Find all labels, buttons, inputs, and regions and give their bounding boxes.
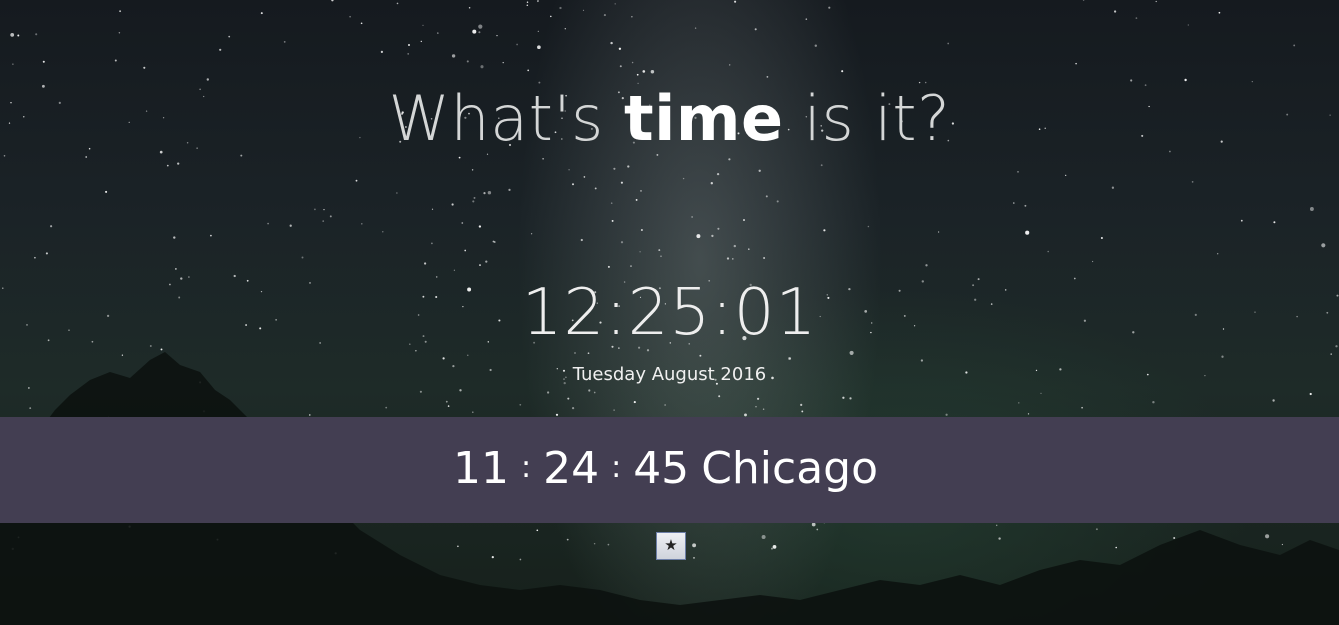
local-date-display: Tuesday August 2016 [572, 364, 767, 385]
world-clock-readout: 11:24:45 Chicago [0, 443, 1339, 494]
world-clock-seconds: 45 [633, 443, 690, 494]
world-clock-band: 11:24:45 Chicago [0, 417, 1339, 523]
page-headline: What's time is it? [0, 82, 1339, 155]
headline-prefix: What's [388, 82, 625, 155]
headline-suffix: is it? [783, 82, 951, 155]
favorite-button[interactable]: ★ [656, 532, 686, 560]
world-clock-separator: : [520, 450, 532, 485]
world-clock-hours: 11 [452, 443, 509, 494]
world-clock-separator: : [611, 450, 622, 485]
headline-emphasis: time [624, 82, 784, 155]
world-clock-city: Chicago [701, 443, 879, 494]
local-time-display: 12:25:01 [521, 276, 818, 350]
world-clock-minutes: 24 [543, 443, 600, 494]
star-icon: ★ [664, 537, 678, 554]
